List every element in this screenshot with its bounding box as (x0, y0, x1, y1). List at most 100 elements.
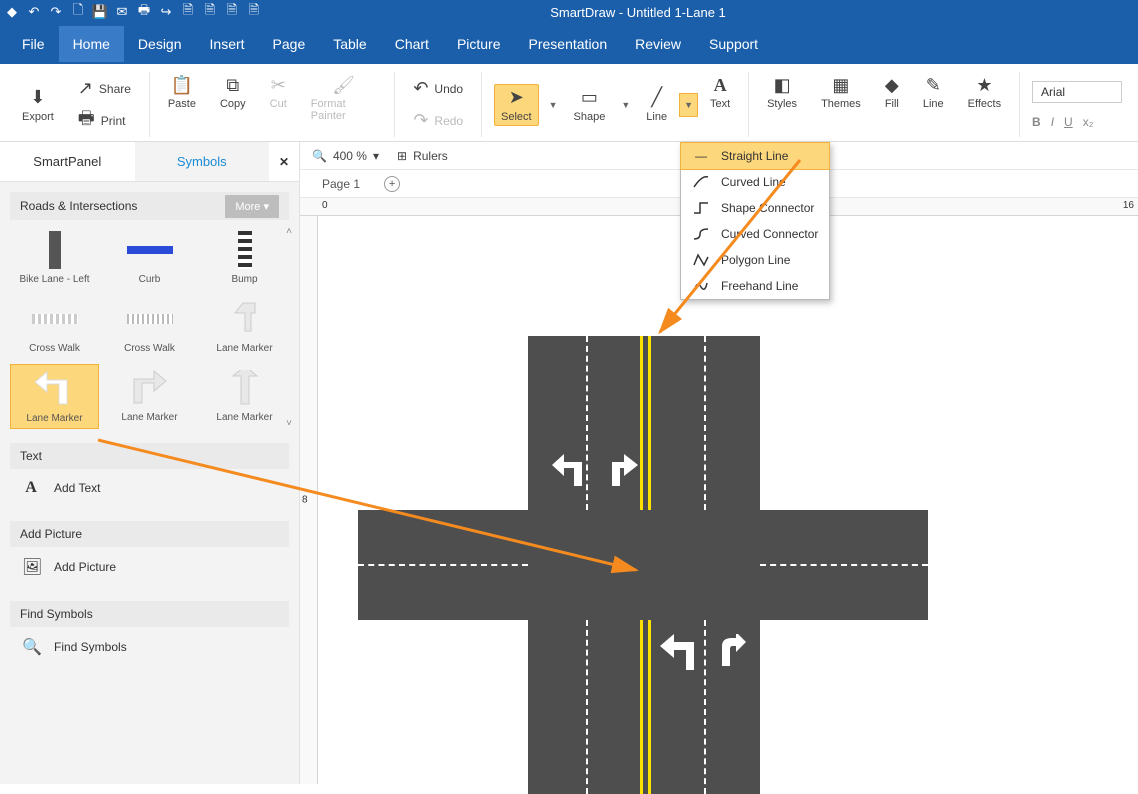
tab-smartpanel[interactable]: SmartPanel (0, 142, 135, 181)
export-pdf-icon[interactable]: 🗎 (180, 4, 196, 20)
turn-arrow-left[interactable] (550, 452, 588, 497)
print-icon: 🖶 (78, 110, 95, 132)
menu-home[interactable]: Home (59, 26, 124, 62)
chevron-down-icon[interactable]: ˅ (286, 418, 292, 429)
menu-table[interactable]: Table (319, 26, 380, 62)
underline-button[interactable]: U (1064, 115, 1073, 129)
shape-dropdown[interactable]: ▼ (617, 100, 634, 110)
font-style-row: B I U x₂ (1032, 115, 1093, 129)
line-dropdown[interactable]: ▼ (679, 93, 698, 117)
mail-icon[interactable]: ✉ (114, 4, 130, 20)
line-style-button[interactable]: ✎Line (917, 72, 950, 112)
redo-button[interactable]: ↷Redo (407, 108, 469, 134)
paste-button[interactable]: 📋Paste (162, 72, 202, 112)
add-picture-button[interactable]: 🖼Add Picture (10, 547, 289, 587)
menu-chart[interactable]: Chart (381, 26, 443, 62)
drawing-stage[interactable] (318, 216, 1138, 784)
section-text: Text (10, 443, 289, 469)
styles-icon: ◧ (774, 74, 791, 96)
copy-button[interactable]: ⧉Copy (214, 72, 252, 112)
symbol-lane-marker-2[interactable]: Lane Marker (10, 364, 99, 429)
fill-button[interactable]: ◆Fill (879, 72, 905, 112)
export-excel-icon[interactable]: 🗎 (246, 4, 262, 20)
symbol-lane-marker-4[interactable]: Lane Marker (200, 364, 289, 429)
page-tab-1[interactable]: Page 1 (312, 173, 370, 195)
chevron-up-icon[interactable]: ˄ (286, 226, 292, 237)
fill-icon: ◆ (885, 74, 899, 96)
menu-support[interactable]: Support (695, 26, 772, 62)
share-icon: ↗ (78, 78, 93, 100)
menu-presentation[interactable]: Presentation (515, 26, 622, 62)
find-symbols-button[interactable]: 🔍Find Symbols (10, 627, 289, 667)
undo-icon[interactable]: ↶ (26, 4, 42, 20)
add-page-button[interactable]: + (384, 176, 400, 192)
menu-page[interactable]: Page (259, 26, 320, 62)
text-tool[interactable]: AText (704, 72, 736, 112)
save-icon[interactable]: 💾 (92, 4, 108, 20)
line-option-freehand[interactable]: Freehand Line (681, 273, 829, 299)
new-icon[interactable]: 🗋 (70, 4, 86, 20)
styles-button[interactable]: ◧Styles (761, 72, 803, 112)
shape-connector-icon (691, 201, 711, 215)
symbol-crosswalk-1[interactable]: Cross Walk (10, 295, 99, 358)
themes-button[interactable]: ▦Themes (815, 72, 867, 112)
search-icon: 🔍 (22, 637, 40, 657)
lane-dash (704, 620, 706, 794)
font-select[interactable]: Arial (1032, 81, 1122, 103)
symbol-bump[interactable]: Bump (200, 226, 289, 289)
bold-button[interactable]: B (1032, 115, 1041, 129)
turn-arrow-right[interactable] (602, 452, 640, 497)
cut-button[interactable]: ✂Cut (264, 72, 293, 112)
symbol-crosswalk-2[interactable]: Cross Walk (105, 295, 194, 358)
undo-button[interactable]: ↶Undo (407, 76, 469, 102)
menu-picture[interactable]: Picture (443, 26, 515, 62)
menu-review[interactable]: Review (621, 26, 695, 62)
line-option-curved[interactable]: Curved Line (681, 169, 829, 195)
effects-button[interactable]: ★Effects (962, 72, 1007, 112)
select-tool[interactable]: ➤Select (494, 84, 539, 126)
more-button[interactable]: More ▾ (225, 195, 279, 218)
redo-icon[interactable]: ↷ (48, 4, 64, 20)
shape-tool[interactable]: ▭Shape (568, 85, 612, 125)
line-option-shape-connector[interactable]: Shape Connector (681, 195, 829, 221)
symbol-curb[interactable]: Curb (105, 226, 194, 289)
title-bar: ◆ ↶ ↷ 🗋 💾 ✉ 🖶 ↪ 🗎 🗎 🗎 🗎 SmartDraw - Unti… (0, 0, 1138, 24)
turn-arrow-left-up[interactable] (658, 632, 698, 679)
export-image-icon[interactable]: 🗎 (202, 4, 218, 20)
subscript-button[interactable]: x₂ (1083, 115, 1094, 129)
export-button[interactable]: ⬇Export (16, 85, 60, 125)
tab-symbols[interactable]: Symbols (135, 142, 270, 181)
line-tool[interactable]: ╱Line (640, 85, 673, 125)
export-word-icon[interactable]: 🗎 (224, 4, 240, 20)
symbol-lane-marker-3[interactable]: Lane Marker (105, 364, 194, 429)
image-icon: 🖼 (22, 557, 40, 577)
menu-design[interactable]: Design (124, 26, 196, 62)
italic-button[interactable]: I (1051, 115, 1054, 129)
print-icon[interactable]: 🖶 (136, 4, 152, 20)
star-icon: ★ (976, 74, 992, 96)
menu-file[interactable]: File (8, 26, 59, 62)
panel-close[interactable]: ✕ (269, 142, 299, 181)
line-option-polygon[interactable]: Polygon Line (681, 247, 829, 273)
grid-scroll[interactable]: ˄˅ (283, 226, 295, 429)
format-painter-button[interactable]: 🖌Format Painter (305, 72, 383, 124)
turn-arrow-right-up[interactable] (714, 634, 748, 675)
share-button[interactable]: ↗Share (72, 76, 137, 102)
symbol-bike-lane[interactable]: Bike Lane - Left (10, 226, 99, 289)
zoom-control[interactable]: 🔍400 %▾ (312, 149, 379, 163)
print-button[interactable]: 🖶Print (72, 108, 132, 134)
lane-dash (704, 336, 706, 510)
paste-icon: 📋 (171, 74, 193, 96)
export-icon[interactable]: ↪ (158, 4, 174, 20)
line-option-curved-connector[interactable]: Curved Connector (681, 221, 829, 247)
line-option-straight[interactable]: ―Straight Line (680, 142, 830, 170)
freehand-line-icon (691, 279, 711, 293)
center-line (640, 620, 643, 794)
app-icon[interactable]: ◆ (4, 4, 20, 20)
symbol-lane-marker-1[interactable]: Lane Marker (200, 295, 289, 358)
menu-insert[interactable]: Insert (196, 26, 259, 62)
category-label: Roads & Intersections (20, 199, 137, 213)
add-text-button[interactable]: AAdd Text (10, 469, 289, 507)
select-dropdown[interactable]: ▼ (545, 100, 562, 110)
rulers-toggle[interactable]: ⊞Rulers (397, 149, 448, 163)
